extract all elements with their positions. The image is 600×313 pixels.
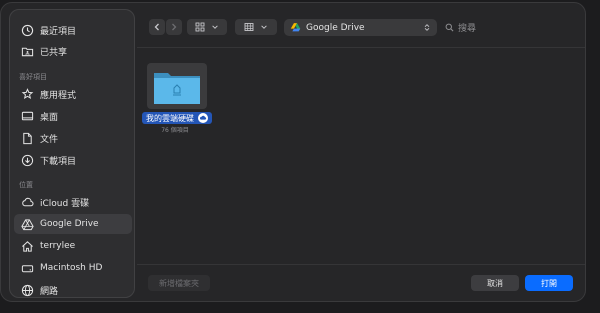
cancel-button[interactable]: 取消 bbox=[471, 275, 519, 291]
chevron-right-icon bbox=[172, 23, 177, 31]
google-drive-icon bbox=[20, 217, 34, 231]
updown-chevron-icon bbox=[423, 23, 431, 32]
globe-icon bbox=[20, 283, 34, 297]
sidebar-item-home[interactable]: terrylee bbox=[14, 236, 132, 256]
open-button[interactable]: 打開 bbox=[525, 275, 573, 291]
sidebar-item-label: 下載項目 bbox=[40, 156, 77, 167]
document-icon bbox=[20, 131, 34, 145]
applications-icon bbox=[20, 87, 34, 101]
home-icon bbox=[20, 239, 34, 253]
sidebar-item-documents[interactable]: 文件 bbox=[14, 128, 132, 148]
sidebar-item-label: 網路 bbox=[40, 286, 59, 297]
sidebar-item-label: 應用程式 bbox=[40, 90, 77, 101]
google-drive-icon bbox=[290, 22, 301, 33]
sidebar: 最近項目 已共享 喜好項目 應用程式 桌面 文件 下載項目 位置 iCloud … bbox=[9, 9, 135, 298]
chevron-left-icon bbox=[154, 23, 159, 31]
sidebar-item-recents[interactable]: 最近項目 bbox=[14, 20, 132, 40]
sidebar-item-shared[interactable]: 已共享 bbox=[14, 41, 132, 61]
search-placeholder: 搜尋 bbox=[458, 24, 477, 34]
shared-folder-icon bbox=[20, 44, 34, 58]
locations-section-title: 位置 bbox=[19, 181, 33, 189]
footer-divider bbox=[137, 264, 585, 265]
new-folder-button[interactable]: 新增檔案夾 bbox=[148, 275, 210, 291]
sidebar-item-desktop[interactable]: 桌面 bbox=[14, 106, 132, 126]
harddrive-icon bbox=[20, 261, 34, 275]
sidebar-item-applications[interactable]: 應用程式 bbox=[14, 84, 132, 104]
location-selector[interactable]: Google Drive bbox=[284, 19, 437, 36]
sidebar-item-downloads[interactable]: 下載項目 bbox=[14, 150, 132, 170]
folder-name[interactable]: 我的雲端硬碟 bbox=[142, 112, 212, 124]
sidebar-item-label: Macintosh HD bbox=[40, 263, 103, 273]
location-label: Google Drive bbox=[306, 22, 365, 33]
folder-icon bbox=[154, 73, 200, 104]
sidebar-item-label: Google Drive bbox=[40, 219, 99, 229]
favorites-section-title: 喜好項目 bbox=[19, 73, 47, 81]
sidebar-item-label: 桌面 bbox=[40, 112, 59, 123]
sidebar-item-macintosh-hd[interactable]: Macintosh HD bbox=[14, 258, 132, 278]
sidebar-item-icloud[interactable]: iCloud 雲碟 bbox=[14, 192, 132, 212]
desktop-icon bbox=[20, 109, 34, 123]
sidebar-item-label: terrylee bbox=[40, 241, 76, 251]
chevron-down-icon bbox=[212, 25, 218, 29]
sidebar-item-label: 文件 bbox=[40, 134, 59, 145]
icon-grid-icon bbox=[195, 22, 205, 32]
search-field[interactable]: 搜尋 bbox=[445, 19, 581, 36]
cloud-icon bbox=[20, 195, 34, 209]
group-mode-button[interactable] bbox=[235, 19, 277, 35]
chevron-down-icon bbox=[261, 25, 267, 29]
group-grid-icon bbox=[244, 23, 254, 31]
back-button[interactable] bbox=[149, 19, 165, 35]
sidebar-item-network[interactable]: 網路 bbox=[14, 280, 132, 300]
folder-item[interactable] bbox=[147, 63, 207, 109]
forward-button[interactable] bbox=[166, 19, 182, 35]
view-mode-button[interactable] bbox=[187, 19, 227, 35]
folder-item-count: 76 個項目 bbox=[161, 127, 189, 134]
toolbar-divider bbox=[137, 47, 585, 48]
sidebar-item-google-drive[interactable]: Google Drive bbox=[14, 214, 132, 234]
cloud-sync-icon bbox=[198, 113, 208, 123]
download-icon bbox=[20, 153, 34, 167]
sidebar-item-label: 已共享 bbox=[40, 47, 68, 58]
search-icon bbox=[445, 23, 454, 32]
sidebar-item-label: iCloud 雲碟 bbox=[40, 198, 90, 209]
sidebar-item-label: 最近項目 bbox=[40, 26, 77, 37]
clock-icon bbox=[20, 23, 34, 37]
open-dialog: 最近項目 已共享 喜好項目 應用程式 桌面 文件 下載項目 位置 iCloud … bbox=[0, 2, 586, 302]
